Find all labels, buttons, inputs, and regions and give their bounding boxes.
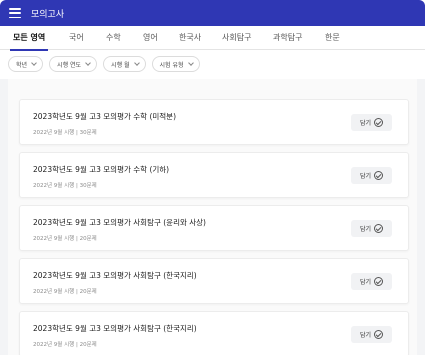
exam-title: 2023학년도 9월 고3 모의평가 사회탐구 (윤리와 사상) xyxy=(33,218,206,227)
filter-grade-label: 학년 xyxy=(16,61,28,69)
filter-year-label: 시행 연도 xyxy=(57,61,82,69)
filter-exam-type-label: 시험 유형 xyxy=(159,61,184,69)
chevron-down-icon xyxy=(187,60,194,66)
page-title: 모의고사 xyxy=(31,9,65,20)
chevron-down-icon xyxy=(31,60,37,66)
save-button-label: 담기 xyxy=(359,120,372,127)
save-button[interactable]: 담기 xyxy=(351,220,392,237)
filter-month[interactable]: 시행 월 xyxy=(103,56,146,72)
check-circle-icon xyxy=(374,224,384,233)
filter-grade[interactable]: 학년 xyxy=(8,56,44,72)
chevron-down-icon xyxy=(133,60,140,66)
save-button-label: 담기 xyxy=(359,279,372,286)
check-circle-icon xyxy=(374,118,384,127)
exam-card[interactable]: 2023학년도 9월 고3 모의평가 사회탐구 (윤리와 사상) 2022년 9… xyxy=(19,205,409,251)
exam-title: 2023학년도 9월 고3 모의평가 사회탐구 (한국지리) xyxy=(33,271,197,280)
check-circle-icon xyxy=(374,330,384,339)
exam-card[interactable]: 2023학년도 9월 고3 모의평가 수학 (기하) 2022년 9월 시행 |… xyxy=(19,152,409,198)
exam-card[interactable]: 2023학년도 9월 고3 모의평가 사회탐구 (한국지리) 2022년 9월 … xyxy=(19,258,409,304)
hamburger-menu-icon[interactable] xyxy=(9,8,21,18)
save-button-label: 담기 xyxy=(359,173,372,180)
filter-month-label: 시행 월 xyxy=(111,61,130,69)
tab-english[interactable]: 영어 xyxy=(143,26,158,50)
exam-meta: 2022년 9월 시행 | 20문제 xyxy=(33,342,97,348)
save-button[interactable]: 담기 xyxy=(351,167,392,184)
check-circle-icon xyxy=(374,277,384,286)
app-bar: 모의고사 xyxy=(0,0,425,26)
save-button-label: 담기 xyxy=(359,226,372,233)
exam-card[interactable]: 2023학년도 9월 고3 모의평가 사회탐구 (한국지리) 2022년 9월 … xyxy=(19,311,409,355)
tab-classical-chinese[interactable]: 한문 xyxy=(325,26,340,50)
exam-title: 2023학년도 9월 고3 모의평가 사회탐구 (한국지리) xyxy=(33,324,197,333)
exam-meta: 2022년 9월 시행 | 20문제 xyxy=(33,289,97,295)
chevron-down-icon xyxy=(85,60,91,66)
exam-list-area: 2023학년도 9월 고3 모의평가 수학 (미적분) 2022년 9월 시행 … xyxy=(0,79,425,355)
tab-all[interactable]: 모든 영역 xyxy=(9,26,49,51)
tab-math[interactable]: 수학 xyxy=(106,26,121,50)
check-circle-icon xyxy=(374,171,384,180)
tab-science[interactable]: 과학탐구 xyxy=(273,26,302,50)
exam-title: 2023학년도 9월 고3 모의평가 수학 (기하) xyxy=(33,165,170,174)
filter-exam-type[interactable]: 시험 유형 xyxy=(151,56,200,72)
save-button[interactable]: 담기 xyxy=(351,114,392,131)
exam-card[interactable]: 2023학년도 9월 고3 모의평가 수학 (미적분) 2022년 9월 시행 … xyxy=(19,99,409,145)
tab-korean[interactable]: 국어 xyxy=(69,26,84,50)
tab-korean-history[interactable]: 한국사 xyxy=(179,26,201,50)
exam-meta: 2022년 9월 시행 | 30문제 xyxy=(33,183,97,189)
filter-year[interactable]: 시행 연도 xyxy=(49,56,98,72)
exam-list: 2023학년도 9월 고3 모의평가 수학 (미적분) 2022년 9월 시행 … xyxy=(8,79,417,355)
save-button[interactable]: 담기 xyxy=(351,326,392,343)
tab-social-studies[interactable]: 사회탐구 xyxy=(222,26,251,50)
app-frame: 모의고사 모든 영역 국어 수학 영어 한국사 사회탐구 과학탐구 한문 학년 … xyxy=(0,0,425,355)
filter-bar: 학년 시행 연도 시행 월 시험 유형 xyxy=(0,51,425,77)
exam-meta: 2022년 9월 시행 | 30문제 xyxy=(33,130,97,136)
save-button-label: 담기 xyxy=(359,332,372,339)
exam-title: 2023학년도 9월 고3 모의평가 수학 (미적분) xyxy=(33,112,177,121)
subject-tabs: 모든 영역 국어 수학 영어 한국사 사회탐구 과학탐구 한문 xyxy=(0,26,425,51)
exam-meta: 2022년 9월 시행 | 20문제 xyxy=(33,236,97,242)
save-button[interactable]: 담기 xyxy=(351,273,392,290)
